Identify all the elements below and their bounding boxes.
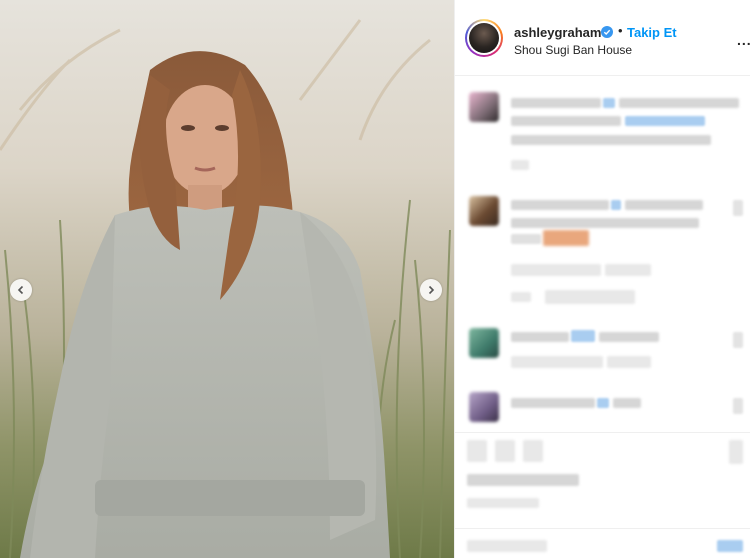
blurred-mention: [571, 330, 595, 342]
next-photo-button[interactable]: [420, 279, 442, 301]
comment-avatar[interactable]: [469, 328, 499, 358]
comment-avatar[interactable]: [469, 92, 499, 122]
location-link[interactable]: Shou Sugi Ban House: [514, 43, 632, 57]
blurred-timestamp: [467, 498, 539, 508]
blurred-comment-meta: [511, 264, 601, 276]
blurred-comment-text: [511, 398, 595, 408]
blurred-comment-meta: [607, 356, 651, 368]
blurred-comment-meta: [511, 356, 603, 368]
blurred-comment-text: [511, 200, 609, 210]
blurred-reply-link[interactable]: [511, 292, 531, 302]
comment-avatar[interactable]: [469, 392, 499, 422]
save-icon[interactable]: [729, 440, 743, 464]
previous-photo-button[interactable]: [10, 279, 32, 301]
separator-dot: •: [618, 23, 623, 38]
blurred-reply-link[interactable]: [545, 290, 635, 304]
divider: [455, 528, 750, 529]
post-photo[interactable]: [0, 0, 454, 558]
photo-illustration: [0, 19, 451, 558]
blurred-comment-text: [619, 98, 739, 108]
chevron-left-icon: [17, 285, 24, 295]
blurred-post-button[interactable]: [717, 540, 743, 552]
blurred-mention: [611, 200, 621, 210]
blurred-comment-meta: [511, 160, 529, 170]
verified-badge-icon: [601, 26, 613, 38]
follow-button[interactable]: Takip Et: [627, 25, 677, 40]
blurred-comment-text: [613, 398, 641, 408]
like-icon[interactable]: [467, 440, 487, 462]
blurred-emoji: [543, 230, 589, 246]
blurred-mention: [625, 116, 705, 126]
like-comment-icon[interactable]: [733, 200, 743, 216]
blurred-comment-text: [511, 332, 569, 342]
chevron-right-icon: [428, 285, 435, 295]
like-comment-icon[interactable]: [733, 398, 743, 414]
comment-avatar[interactable]: [469, 196, 499, 226]
blurred-comment-text: [511, 218, 699, 228]
blurred-comment-meta: [605, 264, 651, 276]
blurred-comment-text: [511, 116, 621, 126]
blurred-mention: [603, 98, 615, 108]
blurred-comment-text: [625, 200, 703, 210]
blurred-comment-text: [511, 135, 711, 145]
avatar[interactable]: [465, 19, 503, 57]
username-link[interactable]: ashleygraham: [514, 25, 601, 40]
post-header: ashleygraham • Takip Et Shou Sugi Ban Ho…: [455, 0, 750, 76]
blurred-emoji: [511, 234, 541, 244]
blurred-comment-text: [599, 332, 659, 342]
more-options-button[interactable]: ...: [737, 32, 750, 48]
comment-icon[interactable]: [495, 440, 515, 462]
blurred-mention: [597, 398, 609, 408]
blurred-comment-text: [511, 98, 601, 108]
blurred-comment-input[interactable]: [467, 540, 547, 552]
share-icon[interactable]: [523, 440, 543, 462]
blurred-likes-count: [467, 474, 579, 486]
divider: [455, 432, 750, 433]
like-comment-icon[interactable]: [733, 332, 743, 348]
post-side-panel: ashleygraham • Takip Et Shou Sugi Ban Ho…: [454, 0, 750, 558]
